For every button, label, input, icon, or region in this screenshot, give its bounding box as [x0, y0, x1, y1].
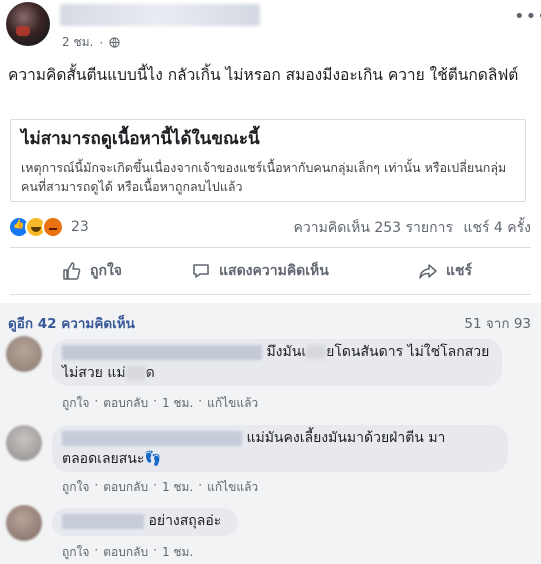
share-arrow-icon: [419, 264, 437, 279]
redaction-smear: [306, 345, 327, 359]
commenter-avatar[interactable]: [6, 425, 42, 461]
dot-separator: ·: [153, 543, 157, 557]
comment-text: อย่างสถุลอ่ะ: [148, 513, 222, 529]
comment-label: แสดงความคิดเห็น: [219, 263, 329, 279]
comment-bubble: แม่มันคงเลี้ยงมันมาด้วยฝ่าตีน มา ตลอดเลย…: [52, 425, 508, 472]
like-button[interactable]: ถูกใจ: [62, 257, 122, 285]
redaction-smear: [125, 366, 146, 380]
commenter-name-redacted[interactable]: [62, 430, 242, 446]
commenter-avatar[interactable]: [6, 505, 42, 541]
thumbs-up-icon: [63, 262, 81, 280]
comment-bubble: อย่างสถุลอ่ะ: [52, 508, 238, 536]
facebook-post: 2 ชม. · ••• ความคิดสั้นตีนแบบนี้ไง กลัวเ…: [0, 0, 541, 564]
comment-actions: ถูกใจ · ตอบกลับ · 1 ชม. · แก้ไขแล้ว: [62, 478, 258, 497]
comment-text-part: ด: [145, 365, 155, 381]
reactions-summary[interactable]: 23: [8, 216, 89, 238]
post-stats: ความคิดเห็น 253 รายการ แชร์ 4 ครั้ง: [294, 217, 531, 239]
unavailable-title: ไม่สามารถดูเนื้อหานี้ได้ในขณะนี้: [21, 129, 260, 149]
comment-text-part: แม่มันคงเลี้ยงมันมาด้วยฝ่าตีน มา: [246, 430, 446, 446]
comment-actions: ถูกใจ · ตอบกลับ · 1 ชม. · แก้ไขแล้ว: [62, 394, 258, 413]
commenter-avatar[interactable]: [6, 336, 42, 372]
comment-text-part: ยโดนสันดาร ไม่ใช่โลกสวย: [326, 344, 490, 360]
comment-reply-link[interactable]: ตอบกลับ: [103, 394, 148, 413]
dot-separator: ·: [198, 394, 203, 408]
meta-separator: ·: [99, 35, 104, 50]
comment-time[interactable]: 1 ชม.: [162, 394, 193, 413]
comment-edited: แก้ไขแล้ว: [207, 396, 259, 410]
commenter-name-redacted[interactable]: [62, 344, 262, 360]
divider: [10, 247, 531, 248]
comment-time[interactable]: 1 ชม.: [162, 543, 193, 562]
author-name-redacted: [60, 4, 260, 26]
reaction-count[interactable]: 23: [71, 219, 89, 235]
unavailable-message: เหตุการณ์นี้มักจะเกิดขึ้นเนื่องจากเจ้าขอ…: [21, 160, 507, 194]
comment-like-link[interactable]: ถูกใจ: [62, 543, 89, 562]
commenter-name-redacted[interactable]: [62, 513, 144, 529]
dot-separator: ·: [153, 394, 157, 408]
author-avatar[interactable]: [6, 2, 50, 46]
comment-count[interactable]: ความคิดเห็น 253 รายการ: [294, 220, 453, 236]
comment-button[interactable]: แสดงความคิดเห็น: [191, 257, 329, 285]
share-button[interactable]: แชร์: [418, 257, 472, 285]
comment-bubble: มึงมันเ ยโดนสันดาร ไม่ใช่โลกสวย ไม่สวย แม…: [52, 339, 502, 386]
divider: [10, 294, 531, 295]
view-more-comments-link[interactable]: ดูอีก 42 ความคิดเห็น: [8, 312, 135, 334]
comment-like-link[interactable]: ถูกใจ: [62, 478, 89, 497]
comment-text-part: ไม่สวย แม่: [62, 365, 126, 381]
comment-time[interactable]: 1 ชม.: [162, 478, 193, 497]
post-time[interactable]: 2 ชม.: [62, 33, 93, 52]
comments-pager: 51 จาก 93: [464, 316, 531, 332]
dot-separator: ·: [94, 478, 99, 492]
like-label: ถูกใจ: [90, 263, 122, 279]
comment-icon: [193, 264, 209, 278]
post-text: ความคิดสั้นตีนแบบนี้ไง กลัวเกิ้น ไม่หรอก…: [8, 66, 519, 84]
comment-reply-link[interactable]: ตอบกลับ: [103, 478, 148, 497]
angry-icon: [42, 216, 64, 238]
comment-like-link[interactable]: ถูกใจ: [62, 394, 89, 413]
comment-edited: แก้ไขแล้ว: [207, 480, 259, 494]
share-count[interactable]: แชร์ 4 ครั้ง: [463, 220, 531, 236]
comment-actions: ถูกใจ · ตอบกลับ · 1 ชม.: [62, 543, 193, 562]
globe-icon: [109, 37, 120, 48]
share-label: แชร์: [446, 263, 473, 279]
unavailable-content-box: ไม่สามารถดูเนื้อหานี้ได้ในขณะนี้ เหตุการ…: [10, 119, 526, 202]
dot-separator: ·: [198, 478, 203, 492]
comment-text-part: ตลอดเลยสนะ: [62, 451, 145, 467]
dot-separator: ·: [94, 543, 99, 557]
comment-reply-link[interactable]: ตอบกลับ: [103, 543, 148, 562]
more-options-icon[interactable]: •••: [514, 6, 541, 27]
comment-text-part: มึงมันเ: [266, 344, 307, 360]
dot-separator: ·: [153, 478, 157, 492]
footprints-emoji: 👣: [144, 451, 162, 467]
post-meta: 2 ชม. ·: [62, 33, 120, 52]
dot-separator: ·: [94, 394, 99, 408]
